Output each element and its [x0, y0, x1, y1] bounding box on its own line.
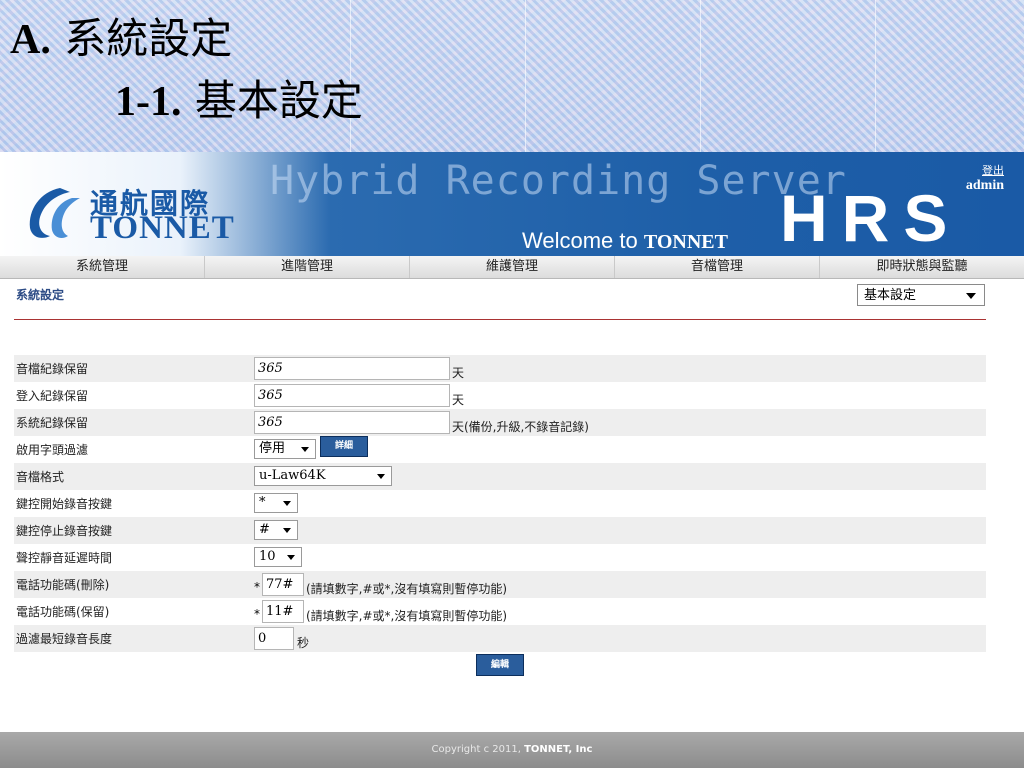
page-select[interactable]: 基本設定: [857, 284, 985, 306]
nav-audio-management[interactable]: 音檔管理: [615, 256, 820, 278]
func-keep-prefix: *: [254, 607, 260, 621]
unit-days: 天: [452, 366, 465, 380]
section-title: 系統設定: [16, 288, 65, 302]
chevron-down-icon: [283, 501, 291, 506]
stop-key-value: #: [259, 522, 270, 537]
func-keep-input[interactable]: 11#: [262, 600, 304, 623]
welcome-brand: TONNET: [643, 231, 728, 253]
nav-system-management[interactable]: 系統管理: [0, 256, 205, 278]
login-retention-input[interactable]: 365: [254, 384, 450, 407]
settings-form: 音檔紀錄保留 365 天 登入紀錄保留 365 天 系統紀錄保留 365 天(備…: [14, 355, 986, 682]
label-prefix-filter: 啟用字頭過濾: [16, 443, 89, 457]
row-audio-retention: 音檔紀錄保留 365 天: [14, 355, 986, 382]
texture-divider: [700, 0, 701, 152]
label-start-key: 鍵控開始錄音按鍵: [16, 497, 113, 511]
label-min-length: 過濾最短錄音長度: [16, 632, 113, 646]
hrs-brand-mark: HRS: [780, 181, 962, 255]
main-nav: 系統管理 進階管理 維護管理 音檔管理 即時狀態與監聽: [0, 256, 1024, 279]
chevron-down-icon: [287, 555, 295, 560]
row-silence-delay: 聲控靜音延遲時間 10: [14, 544, 986, 571]
welcome-prefix: Welcome to: [522, 228, 638, 253]
section-divider: [14, 319, 986, 320]
stop-key-select[interactable]: #: [254, 520, 298, 540]
row-func-delete: 電話功能碼(刪除) * 77# (請填數字,#或*,沒有填寫則暫停功能): [14, 571, 986, 598]
label-silence-delay: 聲控靜音延遲時間: [16, 551, 113, 565]
edit-button[interactable]: 編輯: [476, 654, 524, 676]
label-stop-key: 鍵控停止錄音按鍵: [16, 524, 113, 538]
audio-format-select[interactable]: u-Law64K: [254, 466, 392, 486]
slide-title: A. 系統設定: [10, 17, 232, 63]
row-stop-key: 鍵控停止錄音按鍵 #: [14, 517, 986, 544]
unit-days: 天: [452, 393, 465, 407]
page-select-value: 基本設定: [864, 288, 917, 303]
logo-english-name: TONNET: [90, 210, 235, 246]
audio-format-value: u-Law64K: [259, 468, 326, 483]
prefix-filter-select[interactable]: 停用: [254, 439, 316, 459]
footer-brand: TONNET, Inc: [524, 744, 593, 755]
row-func-keep: 電話功能碼(保留) * 11# (請填數字,#或*,沒有填寫則暫停功能): [14, 598, 986, 625]
row-audio-format: 音檔格式 u-Law64K: [14, 463, 986, 490]
texture-divider: [875, 0, 876, 152]
silence-delay-select[interactable]: 10: [254, 547, 302, 567]
func-delete-hint: (請填數字,#或*,沒有填寫則暫停功能): [306, 582, 508, 596]
app-window: 通航國際 TONNET Hybrid Recording Server Welc…: [0, 152, 1024, 768]
product-name: Hybrid Recording Server: [270, 158, 847, 204]
current-user: admin: [965, 178, 1004, 193]
label-func-delete: 電話功能碼(刪除): [16, 578, 110, 592]
row-submit: 編輯: [14, 652, 986, 682]
audio-retention-input[interactable]: 365: [254, 357, 450, 380]
system-retention-input[interactable]: 365: [254, 411, 450, 434]
row-system-retention: 系統紀錄保留 365 天(備份,升級,不錄音記錄): [14, 409, 986, 436]
slide-subtitle-prefix: 1-1.: [115, 79, 182, 125]
start-key-value: *: [259, 495, 266, 510]
texture-divider: [525, 0, 526, 152]
unit-seconds: 秒: [297, 636, 310, 650]
nav-maintenance-management[interactable]: 維護管理: [410, 256, 615, 278]
slide-title-prefix: A.: [10, 17, 51, 63]
slide-title-text: 系統設定: [64, 14, 233, 63]
row-prefix-filter: 啟用字頭過濾 停用 詳細: [14, 436, 986, 463]
func-delete-input[interactable]: 77#: [262, 573, 304, 596]
unit-days-note: 天(備份,升級,不錄音記錄): [452, 420, 589, 434]
nav-realtime-monitoring[interactable]: 即時狀態與監聽: [820, 256, 1024, 278]
footer: Copyright c 2011, TONNET, Inc: [0, 732, 1024, 768]
row-start-key: 鍵控開始錄音按鍵 *: [14, 490, 986, 517]
label-system-retention: 系統紀錄保留: [16, 416, 89, 430]
start-key-select[interactable]: *: [254, 493, 298, 513]
silence-delay-value: 10: [259, 549, 276, 564]
row-login-retention: 登入紀錄保留 365 天: [14, 382, 986, 409]
min-length-input[interactable]: 0: [254, 627, 294, 650]
slide-subtitle-text: 基本設定: [194, 76, 363, 125]
tonnet-logo-icon: [29, 188, 80, 238]
prefix-filter-value: 停用: [259, 441, 286, 456]
label-audio-format: 音檔格式: [16, 470, 65, 484]
logout-link[interactable]: 登出: [982, 162, 1004, 178]
row-min-length: 過濾最短錄音長度 0 秒: [14, 625, 986, 652]
footer-copyright: Copyright c 2011,: [431, 744, 521, 755]
detail-button[interactable]: 詳細: [320, 436, 368, 457]
label-login-retention: 登入紀錄保留: [16, 389, 89, 403]
nav-advanced-management[interactable]: 進階管理: [205, 256, 410, 278]
label-func-keep: 電話功能碼(保留): [16, 605, 110, 619]
chevron-down-icon: [301, 447, 309, 452]
chevron-down-icon: [377, 474, 385, 479]
slide-subtitle: 1-1. 基本設定: [115, 79, 363, 125]
chevron-down-icon: [283, 528, 291, 533]
label-audio-retention: 音檔紀錄保留: [16, 362, 89, 376]
func-delete-prefix: *: [254, 580, 260, 594]
chevron-down-icon: [966, 293, 976, 299]
banner: 通航國際 TONNET Hybrid Recording Server Welc…: [0, 152, 1024, 256]
welcome-text: Welcome to TONNET: [522, 228, 728, 254]
func-keep-hint: (請填數字,#或*,沒有填寫則暫停功能): [306, 609, 508, 623]
